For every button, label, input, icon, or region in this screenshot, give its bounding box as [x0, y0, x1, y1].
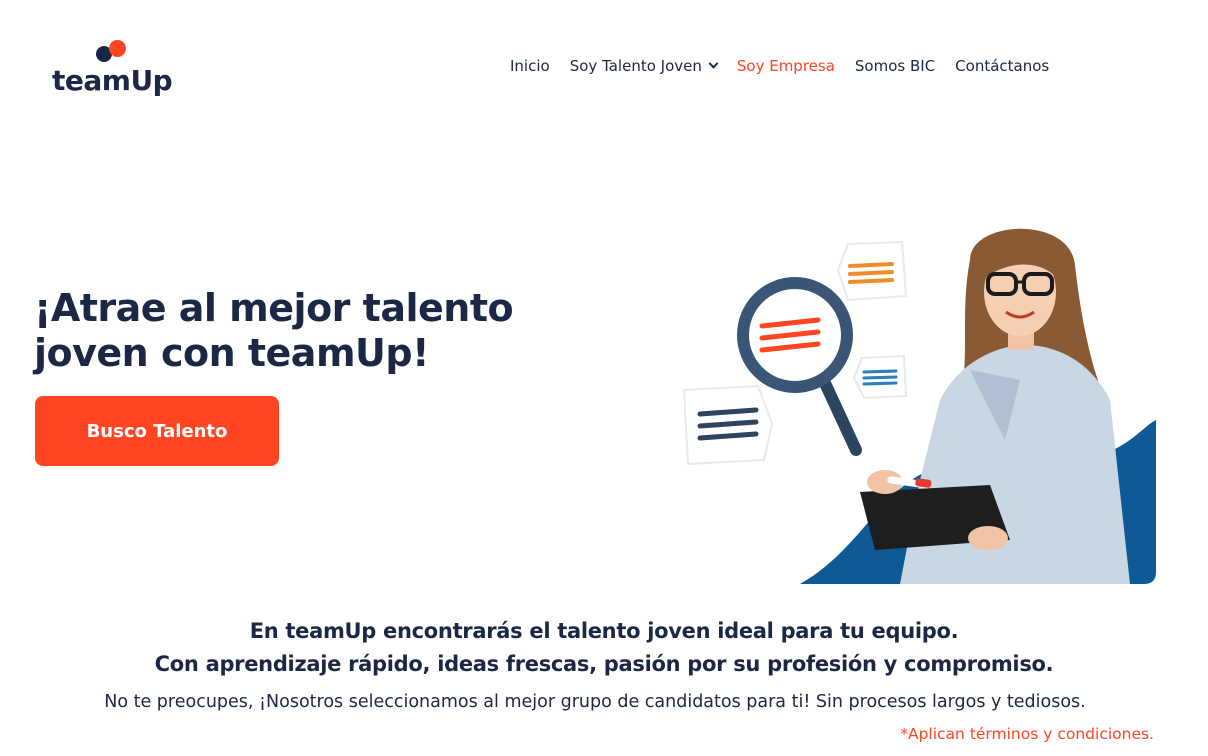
- nav-item-soy-talento-joven-label: Soy Talento Joven: [569, 57, 702, 75]
- nav-item-soy-empresa[interactable]: Soy Empresa: [737, 57, 835, 75]
- document-card-blue: [852, 354, 908, 400]
- tagline-line1: En teamUp encontrarás el talento joven i…: [249, 619, 959, 643]
- main-nav: Inicio Soy Talento Joven Soy Empresa Som…: [510, 54, 1069, 78]
- nav-item-contactanos[interactable]: Contáctanos: [955, 57, 1049, 75]
- chevron-down-icon: [708, 58, 719, 69]
- nav-item-soy-talento-joven[interactable]: Soy Talento Joven: [569, 57, 719, 75]
- busco-talento-button[interactable]: Busco Talento: [35, 396, 279, 466]
- hero-title: ¡Atrae al mejor talento joven con teamUp…: [34, 286, 594, 376]
- hero-illustration: [682, 228, 1156, 584]
- subtext: No te preocupes, ¡Nosotros seleccionamos…: [104, 692, 1086, 712]
- logo-dot-orange: [109, 40, 126, 57]
- teamup-logo[interactable]: teamUp: [52, 38, 182, 102]
- terms-note: *Aplican términos y condiciones.: [900, 725, 1154, 743]
- document-card-orange: [836, 240, 908, 302]
- nav-item-inicio[interactable]: Inicio: [510, 57, 550, 75]
- nav-item-somos-bic[interactable]: Somos BIC: [855, 57, 935, 75]
- tagline-line2: Con aprendizaje rápido, ideas frescas, p…: [154, 652, 1054, 676]
- hero-title-line2: joven con teamUp!: [34, 331, 429, 375]
- document-card-navy: [682, 384, 774, 466]
- hero-title-line1: ¡Atrae al mejor talento: [34, 286, 514, 330]
- logo-text: teamUp: [52, 64, 173, 97]
